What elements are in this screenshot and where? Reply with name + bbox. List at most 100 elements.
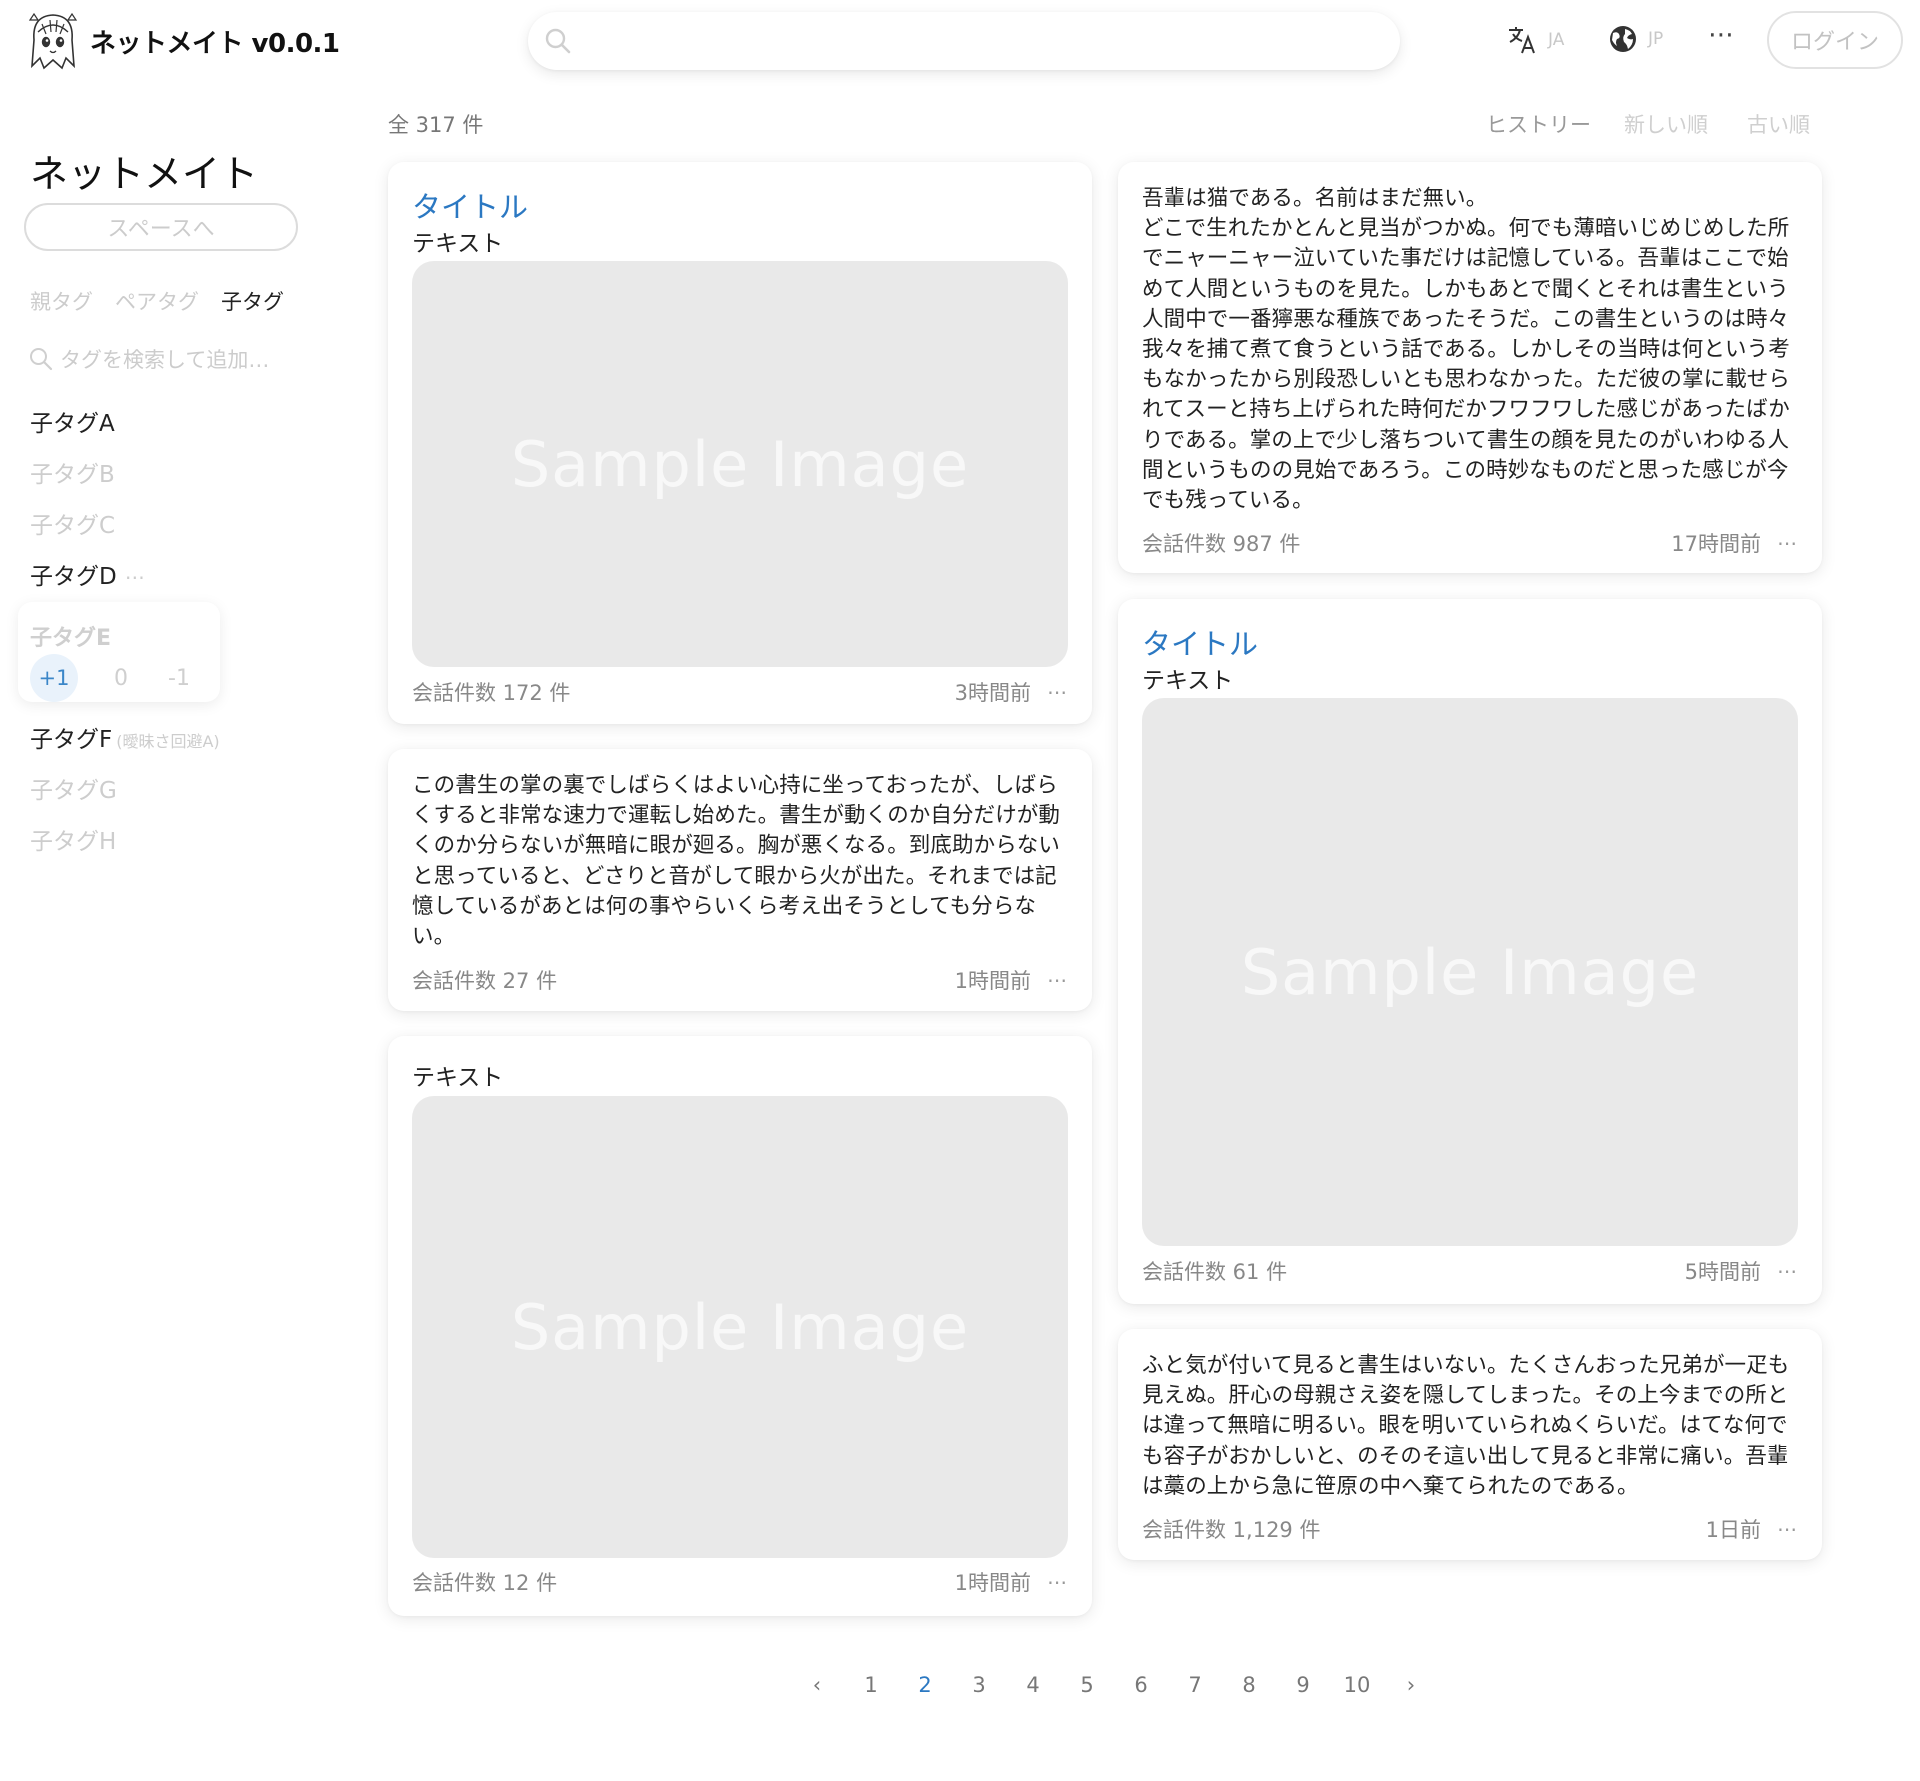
conversation-count: 会話件数 1,129 件: [1142, 1518, 1321, 1542]
tag-note: (曖昧さ回避A): [116, 732, 220, 751]
card-text: テキスト: [412, 231, 504, 257]
post-time: 3時間前: [954, 681, 1031, 705]
post-card[interactable]: ふと気が付いて見ると書生はいない。たくさんおった兄弟が一疋も見えぬ。肝心の母親さ…: [1118, 1329, 1822, 1560]
conversation-count: 会話件数 12 件: [412, 1571, 558, 1595]
language-selector[interactable]: JA: [1506, 24, 1564, 56]
card-more-icon[interactable]: ⋯: [1777, 531, 1798, 555]
tag-item-a[interactable]: 子タグA: [30, 404, 115, 438]
conversation-count: 会話件数 987 件: [1142, 532, 1301, 556]
card-more-icon[interactable]: ⋯: [1777, 1259, 1798, 1283]
tag-label: 子タグD: [30, 564, 117, 590]
tag-item-c[interactable]: 子タグC: [30, 506, 115, 540]
card-footer: 会話件数 172 件 3時間前 ⋯: [412, 677, 1068, 707]
page-link-current[interactable]: 2: [898, 1673, 952, 1697]
tab-parent-tag[interactable]: 親タグ: [30, 286, 93, 316]
more-menu-icon[interactable]: ⋯: [1708, 20, 1735, 50]
search-bar[interactable]: [528, 12, 1400, 72]
tag-label: 子タグC: [30, 513, 116, 539]
card-footer: 会話件数 1,129 件 1日前 ⋯: [1142, 1514, 1798, 1544]
image-placeholder-text: Sample Image: [1240, 935, 1700, 1009]
page-link[interactable]: 3: [952, 1673, 1006, 1697]
page-link[interactable]: 8: [1222, 1673, 1276, 1697]
conversation-count: 会話件数 172 件: [412, 681, 571, 705]
conversation-count: 会話件数 61 件: [1142, 1260, 1288, 1284]
page-link[interactable]: 5: [1060, 1673, 1114, 1697]
page-link[interactable]: 6: [1114, 1673, 1168, 1697]
card-more-icon[interactable]: ⋯: [1047, 680, 1068, 704]
tag-item-g[interactable]: 子タグG: [30, 771, 117, 805]
sort-history[interactable]: ヒストリー: [1486, 109, 1591, 139]
card-footer: 会話件数 12 件 1時間前 ⋯: [412, 1567, 1068, 1597]
tag-more-icon[interactable]: ⋯: [125, 565, 145, 589]
total-count: 全 317 件: [388, 113, 484, 137]
login-button[interactable]: ログイン: [1767, 11, 1903, 69]
tab-pair-tag[interactable]: ペアタグ: [115, 286, 199, 316]
tag-tabs: 親タグ ペアタグ 子タグ: [30, 286, 306, 316]
tag-search[interactable]: タグを検索して追加…: [28, 344, 269, 374]
tag-vote-card: 子タグE +1 0 -1: [18, 602, 220, 702]
language-code: JA: [1548, 30, 1565, 50]
page-link[interactable]: 1: [844, 1673, 898, 1697]
page-link[interactable]: 10: [1330, 1673, 1384, 1697]
card-footer: 会話件数 61 件 5時間前 ⋯: [1142, 1256, 1798, 1286]
tag-item-h[interactable]: 子タグH: [30, 822, 116, 856]
card-title[interactable]: タイトル: [1142, 621, 1258, 663]
pagination: ‹ 1 2 3 4 5 6 7 8 9 10 ›: [790, 1673, 1438, 1697]
app-logo[interactable]: ネットメイト v0.0.1: [26, 10, 340, 72]
post-time: 1時間前: [954, 1571, 1031, 1595]
tag-item-d[interactable]: 子タグD ⋯: [30, 557, 145, 591]
search-icon: [30, 348, 53, 371]
sidebar-title: ネットメイト: [30, 152, 259, 196]
card-body: この書生の掌の裏でしばらくはよい心持に坐っておったが、しばらくすると非常な速力で…: [412, 773, 1061, 950]
card-body: ふと気が付いて見ると書生はいない。たくさんおった兄弟が一疋も見えぬ。肝心の母親さ…: [1142, 1353, 1790, 1499]
tag-label: 子タグF: [30, 727, 113, 753]
page-link[interactable]: 4: [1006, 1673, 1060, 1697]
space-button[interactable]: スペースへ: [24, 203, 298, 251]
tag-search-placeholder: タグを検索して追加…: [60, 348, 270, 372]
tag-label: 子タグG: [30, 778, 117, 804]
card-footer: 会話件数 987 件 17時間前 ⋯: [1142, 528, 1798, 558]
region-selector[interactable]: JP: [1608, 24, 1663, 54]
post-card[interactable]: 吾輩は猫である。名前はまだ無い。 どこで生れたかとんと見当がつかぬ。何でも薄暗い…: [1118, 162, 1822, 573]
tag-label: 子タグE: [30, 626, 112, 651]
next-page-icon[interactable]: ›: [1384, 1673, 1438, 1697]
post-card[interactable]: テキスト Sample Image 会話件数 12 件 1時間前 ⋯: [388, 1036, 1092, 1616]
post-time: 5時間前: [1684, 1260, 1761, 1284]
post-time: 17時間前: [1671, 532, 1761, 556]
vote-minus-button[interactable]: -1: [168, 666, 190, 691]
search-input[interactable]: [592, 12, 1376, 72]
card-more-icon[interactable]: ⋯: [1777, 1517, 1798, 1541]
globe-icon: [1610, 26, 1636, 52]
image-placeholder-text: Sample Image: [510, 1290, 970, 1364]
page-link[interactable]: 9: [1276, 1673, 1330, 1697]
sort-newest[interactable]: 新しい順: [1624, 109, 1708, 139]
card-text: テキスト: [412, 1065, 504, 1091]
vote-plus-button[interactable]: +1: [30, 654, 78, 702]
page-link[interactable]: 7: [1168, 1673, 1222, 1697]
card-image: Sample Image: [1142, 698, 1798, 1246]
card-more-icon[interactable]: ⋯: [1047, 1570, 1068, 1594]
image-placeholder-text: Sample Image: [510, 427, 970, 501]
vote-zero-button[interactable]: 0: [114, 666, 128, 691]
tag-label: 子タグH: [30, 829, 117, 855]
sort-oldest[interactable]: 古い順: [1747, 109, 1810, 139]
card-text: テキスト: [1142, 668, 1234, 694]
post-card[interactable]: タイトル テキスト Sample Image 会話件数 61 件 5時間前 ⋯: [1118, 599, 1822, 1304]
mascot-avatar-icon: [28, 12, 78, 70]
tag-item-b[interactable]: 子タグB: [30, 455, 115, 489]
card-more-icon[interactable]: ⋯: [1047, 968, 1068, 992]
tag-label: 子タグA: [30, 411, 115, 437]
region-code: JP: [1648, 29, 1664, 49]
prev-page-icon[interactable]: ‹: [790, 1673, 844, 1697]
post-card[interactable]: タイトル テキスト Sample Image 会話件数 172 件 3時間前 ⋯: [388, 162, 1092, 724]
card-image: Sample Image: [412, 261, 1068, 667]
conversation-count: 会話件数 27 件: [412, 969, 558, 993]
tag-label: 子タグB: [30, 462, 115, 488]
post-card[interactable]: この書生の掌の裏でしばらくはよい心持に坐っておったが、しばらくすると非常な速力で…: [388, 749, 1092, 1011]
tab-child-tag[interactable]: 子タグ: [221, 286, 284, 316]
card-footer: 会話件数 27 件 1時間前 ⋯: [412, 965, 1068, 995]
tag-item-f[interactable]: 子タグF (曖昧さ回避A): [30, 720, 220, 754]
vote-row: +1 0 -1: [30, 654, 190, 702]
card-title[interactable]: タイトル: [412, 184, 528, 226]
post-time: 1日前: [1705, 1518, 1761, 1542]
